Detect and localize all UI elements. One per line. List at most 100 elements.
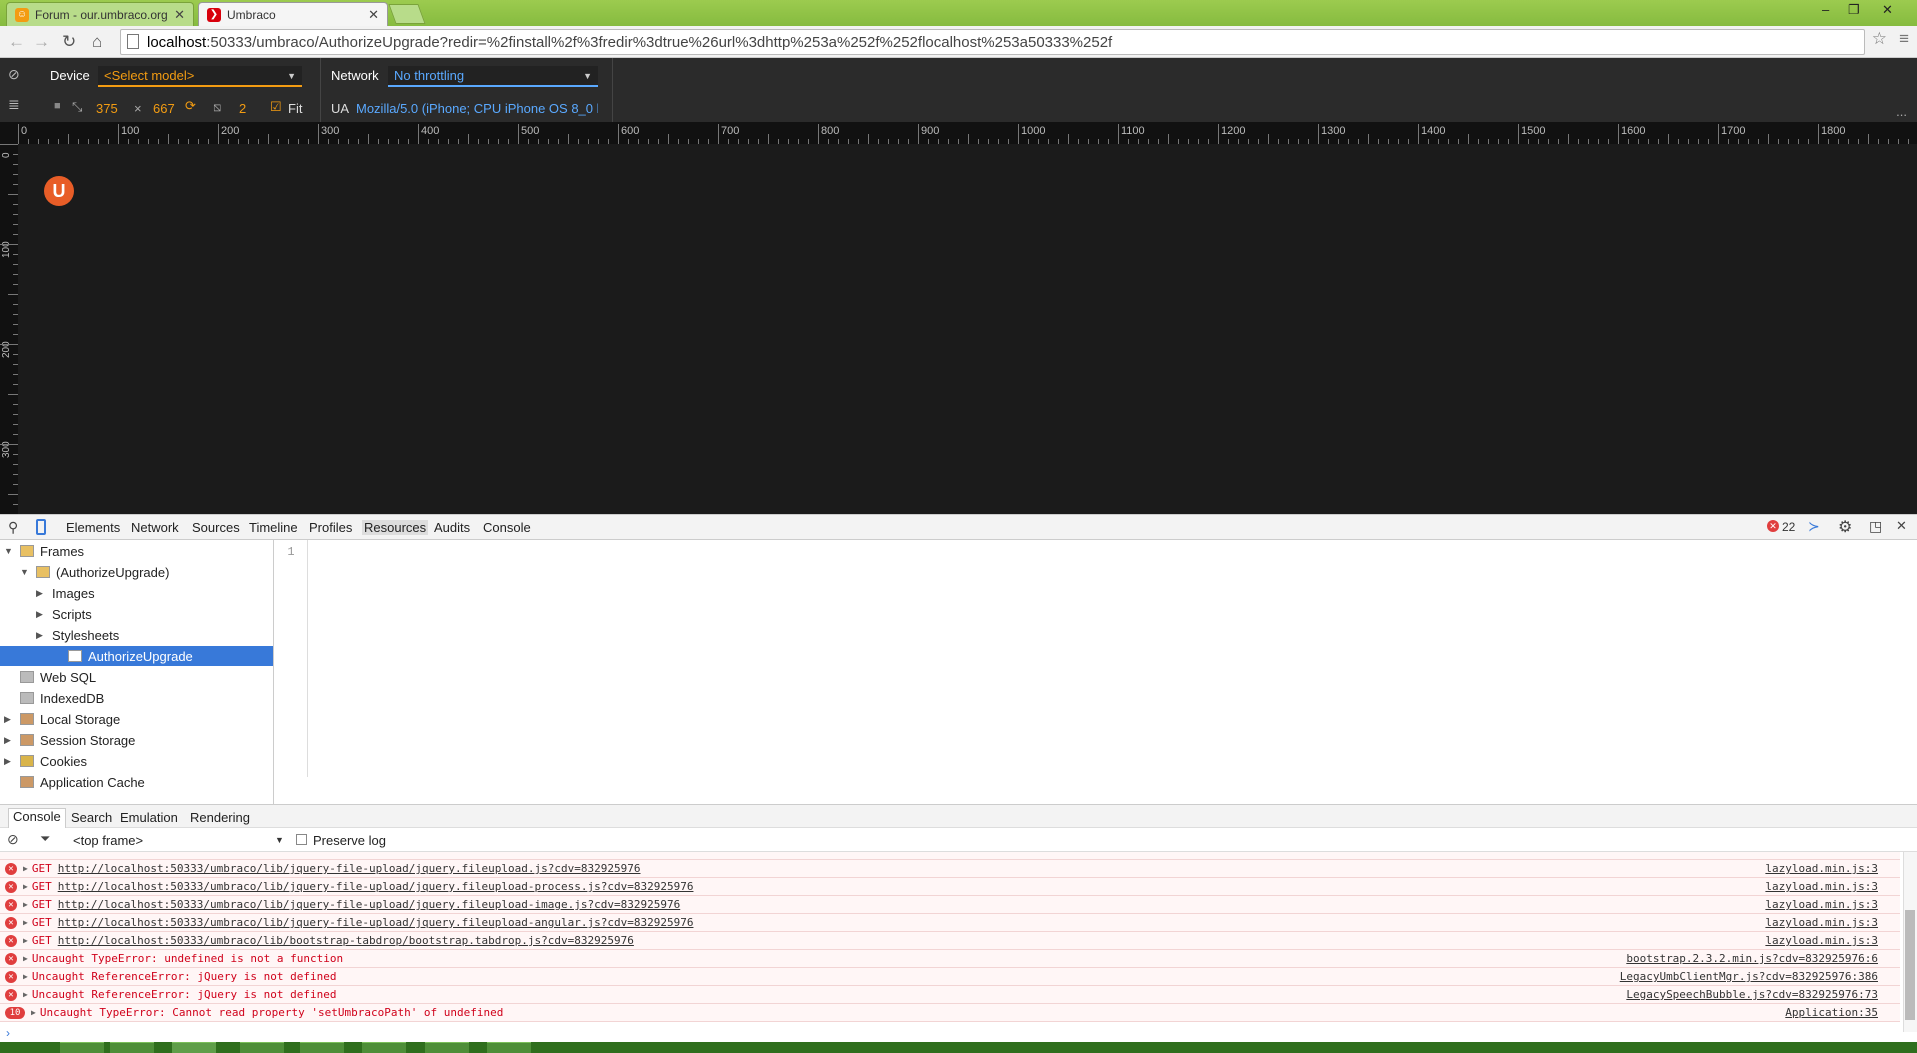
taskbar-button[interactable] — [300, 1042, 344, 1053]
source-link[interactable]: lazyload.min.js:3 — [1765, 916, 1878, 929]
minimize-icon[interactable]: – — [1822, 2, 1829, 17]
drawer-toggle-icon[interactable]: ≣ — [8, 96, 20, 113]
drawer-tab-emulation[interactable]: Emulation — [120, 810, 178, 825]
request-url-link[interactable]: http://localhost:50333/umbraco/lib/boots… — [58, 934, 634, 947]
sidebar-item[interactable]: ▶ Stylesheets — [36, 625, 119, 645]
sidebar-item[interactable]: ▶ Scripts — [36, 604, 92, 624]
forward-icon[interactable]: → — [33, 32, 50, 52]
scrollbar-thumb[interactable] — [1905, 910, 1915, 1020]
back-icon[interactable]: ← — [8, 32, 25, 52]
drawer-tab-search[interactable]: Search — [71, 810, 112, 825]
swap-dimensions-icon[interactable]: ⟳ — [185, 98, 196, 114]
console-line[interactable]: ✕ ▶ GET http://localhost:50333/umbraco/lib/… — [0, 860, 1900, 878]
taskbar-button[interactable] — [60, 1042, 104, 1053]
expanded-arrow-icon[interactable]: ▼ — [20, 567, 30, 577]
taskbar-button[interactable] — [110, 1042, 154, 1053]
expand-arrow-icon[interactable]: ▶ — [23, 972, 28, 981]
expand-arrow-icon[interactable]: ▶ — [31, 1008, 36, 1017]
address-bar[interactable]: localhost:50333/umbraco/AuthorizeUpgrade… — [120, 29, 1865, 55]
dpr-input[interactable]: 2 — [239, 101, 246, 116]
emulated-viewport[interactable] — [18, 144, 1917, 514]
console-line[interactable]: ✕ ▶ GET http://localhost:50333/umbraco/lib/… — [0, 896, 1900, 914]
source-link[interactable]: lazyload.min.js:3 — [1765, 862, 1878, 875]
sidebar-item[interactable]: ▶ Local Storage — [4, 709, 120, 729]
source-editor[interactable]: 1 — [275, 540, 1917, 780]
request-url-link[interactable]: http://localhost:50333/umbraco/lib/jquer… — [58, 862, 641, 875]
expand-arrow-icon[interactable]: ▶ — [23, 864, 28, 873]
fit-checkbox-icon[interactable]: ☑ — [270, 99, 282, 115]
home-icon[interactable]: ⌂ — [92, 32, 102, 52]
collapsed-arrow-icon[interactable]: ▶ — [4, 756, 14, 767]
expand-arrow-icon[interactable]: ▶ — [23, 900, 28, 909]
taskbar-button[interactable] — [362, 1042, 406, 1053]
sidebar-item[interactable]: ▶ Session Storage — [4, 730, 135, 750]
expand-arrow-icon[interactable]: ▶ — [23, 954, 28, 963]
user-agent-input[interactable]: Mozilla/5.0 (iPhone; CPU iPhone OS 8_0 l… — [356, 101, 598, 116]
drawer-tab-console[interactable]: Console — [8, 808, 66, 829]
inspect-search-icon[interactable]: ⚲ — [8, 519, 18, 536]
source-link[interactable]: bootstrap.2.3.2.min.js?cdv=832925976:6 — [1626, 952, 1878, 965]
width-input[interactable]: 375 — [96, 101, 118, 116]
taskbar-button[interactable] — [425, 1042, 469, 1053]
collapsed-arrow-icon[interactable]: ▶ — [36, 588, 46, 599]
console-line[interactable]: ✕ ▶ GET http://localhost:50333/umbraco/lib/… — [0, 878, 1900, 896]
network-select[interactable]: No throttling ▼ — [388, 66, 598, 87]
source-link[interactable]: LegacySpeechBubble.js?cdv=832925976:73 — [1626, 988, 1878, 1001]
close-window-icon[interactable]: ✕ — [1882, 2, 1893, 18]
new-tab-button[interactable] — [388, 4, 426, 24]
error-count[interactable]: 22 — [1782, 520, 1795, 534]
close-tab-icon[interactable]: ✕ — [368, 7, 379, 23]
checkbox-icon[interactable]: ■ — [54, 100, 61, 112]
console-line[interactable]: ✕ ▶ GET http://localhost:50333/umbraco/lib/… — [0, 914, 1900, 932]
source-link[interactable]: lazyload.min.js:3 — [1765, 934, 1878, 947]
tab-forum[interactable]: ☺ Forum - our.umbraco.org ✕ — [6, 2, 194, 26]
clear-console-icon[interactable]: ⊘ — [7, 831, 19, 848]
sidebar-item[interactable]: ▶ Cookies — [4, 751, 87, 771]
close-tab-icon[interactable]: ✕ — [174, 7, 185, 23]
restore-icon[interactable]: ❐ — [1848, 2, 1860, 18]
tab-elements[interactable]: Elements — [66, 520, 120, 535]
settings-gear-icon[interactable]: ⚙ — [1838, 517, 1852, 537]
tab-network[interactable]: Network — [131, 520, 179, 535]
console-line[interactable]: ✕ ▶ GET http://localhost:50333/umbraco/lib/… — [0, 932, 1900, 950]
filter-icon[interactable]: ⏷ — [40, 831, 50, 847]
taskbar-button-chrome[interactable] — [172, 1042, 216, 1053]
height-input[interactable]: 667 — [153, 101, 175, 116]
tab-timeline[interactable]: Timeline — [249, 520, 298, 535]
tab-audits[interactable]: Audits — [434, 520, 470, 535]
request-url-link[interactable]: http://localhost:50333/umbraco/lib/jquer… — [58, 880, 694, 893]
expand-arrow-icon[interactable]: ▶ — [23, 882, 28, 891]
preserve-log-checkbox[interactable] — [296, 834, 307, 845]
console-prompt-icon[interactable]: › — [6, 1026, 10, 1040]
bookmark-star-icon[interactable]: ☆ — [1872, 29, 1887, 49]
request-url-link[interactable]: http://localhost:50333/umbraco/lib/jquer… — [58, 898, 681, 911]
expand-arrow-icon[interactable]: ▶ — [23, 936, 28, 945]
sidebar-item[interactable]: AuthorizeUpgrade — [0, 646, 273, 666]
drawer-tab-rendering[interactable]: Rendering — [190, 810, 250, 825]
source-link[interactable]: LegacyUmbClientMgr.js?cdv=832925976:386 — [1620, 970, 1878, 983]
show-console-icon[interactable]: ≻ — [1808, 518, 1820, 535]
console-line[interactable]: 10 ▶ Uncaught TypeError: Cannot read prope… — [0, 1004, 1900, 1022]
console-line[interactable]: ✕ ▶ Uncaught TypeError: undefined is not a… — [0, 950, 1900, 968]
expand-arrow-icon[interactable]: ▶ — [23, 918, 28, 927]
expanded-arrow-icon[interactable]: ▼ — [4, 546, 14, 556]
expand-arrow-icon[interactable]: ▶ — [23, 990, 28, 999]
device-select[interactable]: <Select model> ▼ — [98, 66, 302, 87]
request-url-link[interactable]: http://localhost:50333/umbraco/lib/jquer… — [58, 916, 694, 929]
taskbar-button[interactable] — [487, 1042, 531, 1053]
source-link[interactable]: Application:35 — [1785, 1006, 1878, 1019]
source-link[interactable]: lazyload.min.js:3 — [1765, 898, 1878, 911]
sidebar-item[interactable]: Application Cache — [4, 772, 145, 792]
collapsed-arrow-icon[interactable]: ▶ — [36, 609, 46, 620]
more-icon[interactable]: ... — [1896, 104, 1907, 119]
source-link[interactable]: lazyload.min.js:3 — [1765, 880, 1878, 893]
console-line[interactable]: ✕ ▶ Uncaught ReferenceError: jQuery is not… — [0, 968, 1900, 986]
tab-profiles[interactable]: Profiles — [309, 520, 352, 535]
console-line[interactable]: ✕ ▶ Uncaught ReferenceError: jQuery is not… — [0, 986, 1900, 1004]
sidebar-item[interactable]: Web SQL — [4, 667, 96, 687]
disable-emulation-icon[interactable]: ⊘ — [8, 66, 20, 83]
device-mode-icon[interactable] — [36, 519, 46, 535]
tab-console[interactable]: Console — [483, 520, 531, 535]
sidebar-item[interactable]: ▼ Frames — [4, 541, 84, 561]
tab-sources[interactable]: Sources — [192, 520, 240, 535]
